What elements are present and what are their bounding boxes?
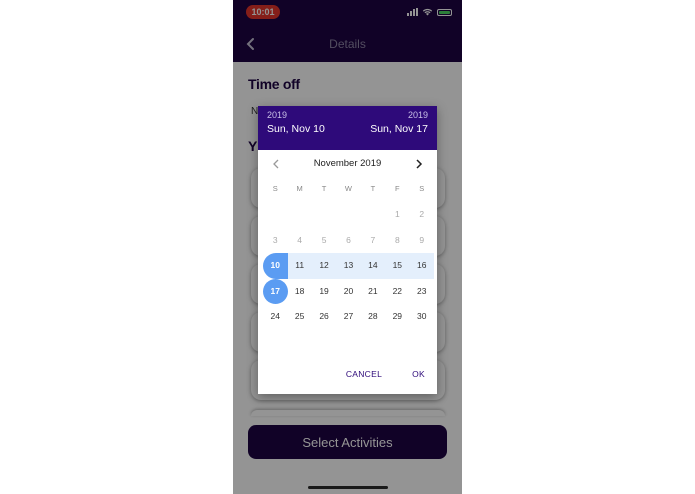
calendar-day[interactable]: 1	[385, 202, 409, 228]
calendar-day[interactable]: 30	[410, 304, 434, 330]
calendar-day[interactable]: 28	[361, 304, 385, 330]
calendar-empty-cell	[312, 202, 336, 228]
chevron-right-icon[interactable]	[415, 159, 423, 169]
calendar-week: 24 25 26 27 28 29 30	[263, 304, 434, 330]
calendar-week: 3456789	[263, 228, 434, 254]
calendar-day[interactable]: 14	[361, 253, 385, 279]
calendar-empty-cell	[287, 202, 311, 228]
weekday-header: S M T W T F S	[263, 184, 434, 196]
calendar-day[interactable]: 16	[410, 253, 434, 279]
cancel-button[interactable]: CANCEL	[346, 369, 382, 379]
picker-header: 2019 Sun, Nov 10 2019 Sun, Nov 17	[258, 106, 437, 150]
month-label: November 2019	[313, 158, 382, 169]
start-date[interactable]: Sun, Nov 10	[267, 123, 325, 135]
calendar-empty-cell	[263, 202, 287, 228]
month-navigation: November 2019	[258, 156, 437, 172]
start-year[interactable]: 2019	[267, 110, 287, 120]
end-date[interactable]: Sun, Nov 17	[370, 123, 428, 135]
calendar-day[interactable]: 5	[312, 228, 336, 254]
home-indicator	[308, 486, 388, 489]
calendar-day[interactable]: 15	[385, 253, 409, 279]
calendar-grid: 1 2 3 4 5 6 7 8 9 10 11 12 13 14 15 16 17 18 19 20 21 22 23 24 2…	[262, 202, 434, 330]
calendar-day[interactable]: 7	[361, 228, 385, 254]
calendar-empty-cell	[336, 202, 360, 228]
calendar-day[interactable]: 8	[385, 228, 409, 254]
calendar-day[interactable]: 26	[312, 304, 336, 330]
calendar-day[interactable]: 27	[336, 304, 360, 330]
calendar-day[interactable]: 11	[287, 253, 311, 279]
calendar-day[interactable]: 12	[312, 253, 336, 279]
calendar-day[interactable]: 18	[287, 279, 311, 305]
picker-actions: CANCEL OK	[346, 369, 425, 379]
calendar-day[interactable]: 22	[385, 279, 409, 305]
end-year[interactable]: 2019	[408, 110, 428, 120]
weekday-label: T	[321, 184, 327, 193]
weekday-label: W	[344, 184, 353, 193]
calendar-week: 17 18 19 20 21 22 23	[262, 278, 434, 305]
weekday-label: F	[395, 184, 400, 193]
weekday-label: S	[272, 184, 278, 193]
calendar-day[interactable]: 21	[361, 279, 385, 305]
calendar-week: 10 11 12 13 14 15 16	[262, 253, 434, 279]
calendar-day[interactable]: 10	[263, 253, 287, 279]
calendar-day[interactable]: 6	[336, 228, 360, 254]
weekday-label: M	[296, 184, 303, 193]
calendar-day[interactable]: 3	[263, 228, 287, 254]
calendar-day[interactable]: 2	[410, 202, 434, 228]
calendar-empty-cell	[361, 202, 385, 228]
calendar-day[interactable]: 20	[336, 279, 360, 305]
ok-button[interactable]: OK	[412, 369, 425, 379]
calendar-day[interactable]: 25	[287, 304, 311, 330]
calendar-day[interactable]: 24	[263, 304, 287, 330]
calendar-day[interactable]: 23	[410, 279, 434, 305]
phone-screen: 10:01 Details Time off N Y Select Activi…	[233, 0, 462, 494]
calendar-week: 12	[263, 202, 434, 228]
weekday-label: T	[370, 184, 376, 193]
calendar-day[interactable]: 29	[385, 304, 409, 330]
calendar-day[interactable]: 9	[410, 228, 434, 254]
calendar-day[interactable]: 17	[263, 279, 287, 305]
calendar-day[interactable]: 19	[312, 279, 336, 305]
date-range-picker: 2019 Sun, Nov 10 2019 Sun, Nov 17 Novemb…	[258, 106, 437, 394]
calendar-day[interactable]: 4	[287, 228, 311, 254]
weekday-label: S	[419, 184, 425, 193]
calendar-day[interactable]: 13	[336, 253, 360, 279]
